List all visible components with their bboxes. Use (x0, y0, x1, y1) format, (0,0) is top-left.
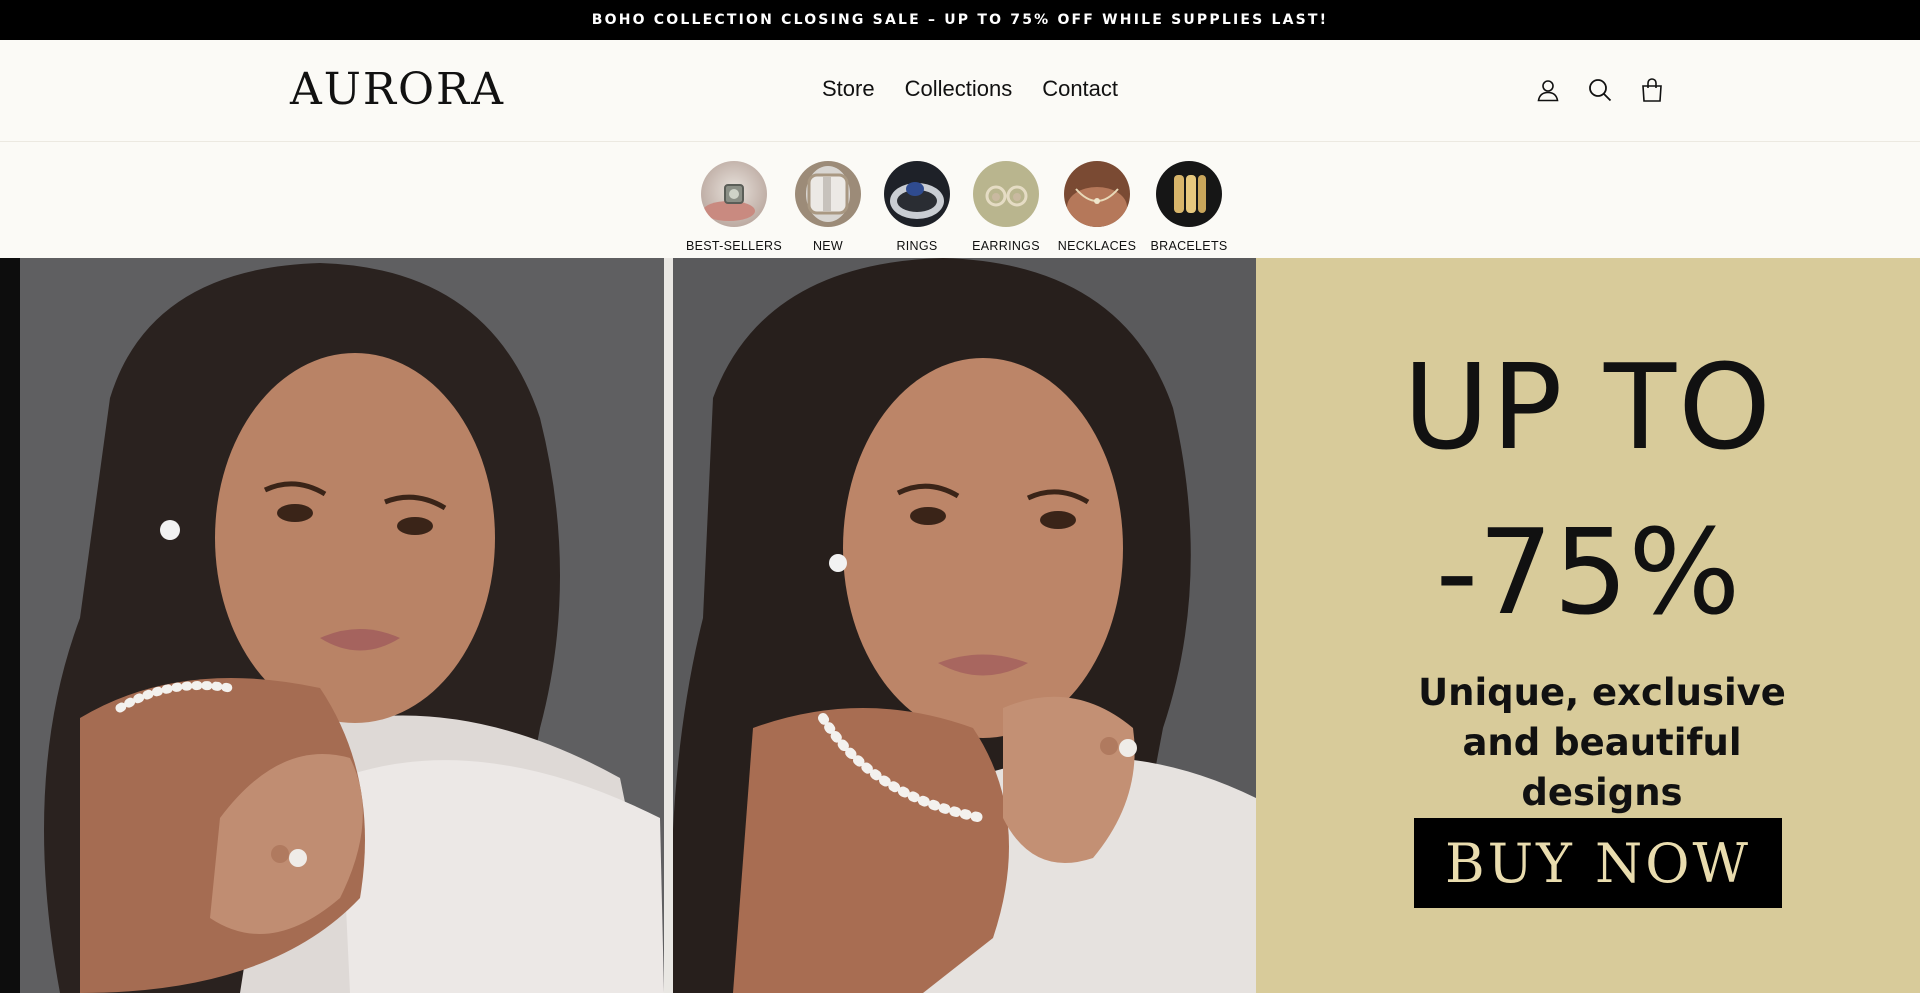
account-icon[interactable] (1536, 78, 1560, 102)
category-label: EARRINGS (972, 239, 1040, 253)
promo-tagline: Unique, exclusive and beautiful designs (1418, 671, 1786, 814)
earrings-thumbnail-icon (973, 161, 1039, 227)
site-logo[interactable]: AURORA (290, 64, 505, 115)
search-icon[interactable] (1588, 78, 1612, 102)
site-header: AURORA Store Collections Contact (0, 40, 1920, 142)
bracelet-thumbnail-icon (1156, 161, 1222, 227)
main-nav: Store Collections Contact (822, 76, 1118, 102)
cuff-ring-thumbnail-icon (795, 161, 861, 227)
category-label: NEW (812, 239, 844, 253)
sapphire-ring-thumbnail-icon (884, 161, 950, 227)
model-photo-left[interactable] (20, 258, 664, 993)
nav-collections[interactable]: Collections (905, 76, 1013, 102)
announcement-bar: BOHO COLLECTION CLOSING SALE – UP TO 75%… (0, 0, 1920, 40)
promo-discount: -75% (1435, 503, 1741, 641)
ring-thumbnail-icon (701, 161, 767, 227)
category-rings[interactable]: RINGS (872, 161, 962, 253)
hero-divider (664, 258, 673, 993)
category-earrings[interactable]: EARRINGS (961, 161, 1051, 253)
promo-panel: UP TO -75% Unique, exclusive and beautif… (1256, 258, 1920, 993)
category-best-sellers[interactable]: BEST-SELLERS (686, 161, 783, 253)
category-label: BRACELETS (1150, 239, 1228, 253)
category-label: RINGS (896, 239, 938, 253)
category-strip: BEST-SELLERS NEW RINGS EARRINGS NECKLACE… (0, 143, 1920, 258)
cart-icon[interactable] (1640, 78, 1664, 102)
nav-store[interactable]: Store (822, 76, 875, 102)
category-new[interactable]: NEW (783, 161, 873, 253)
nav-contact[interactable]: Contact (1042, 76, 1118, 102)
category-label: BEST-SELLERS (686, 239, 783, 253)
promo-headline: UP TO (1403, 338, 1773, 476)
hero-edge (0, 258, 20, 993)
model-photo-right[interactable] (673, 258, 1256, 993)
category-bracelets[interactable]: BRACELETS (1144, 161, 1234, 253)
category-necklaces[interactable]: NECKLACES (1052, 161, 1142, 253)
announcement-text: BOHO COLLECTION CLOSING SALE – UP TO 75%… (591, 12, 1329, 28)
buy-now-button[interactable]: BUY NOW (1414, 818, 1782, 908)
category-label: NECKLACES (1057, 239, 1137, 253)
necklace-thumbnail-icon (1064, 161, 1130, 227)
header-icons (1536, 78, 1664, 102)
hero-banner: UP TO -75% Unique, exclusive and beautif… (0, 258, 1920, 993)
